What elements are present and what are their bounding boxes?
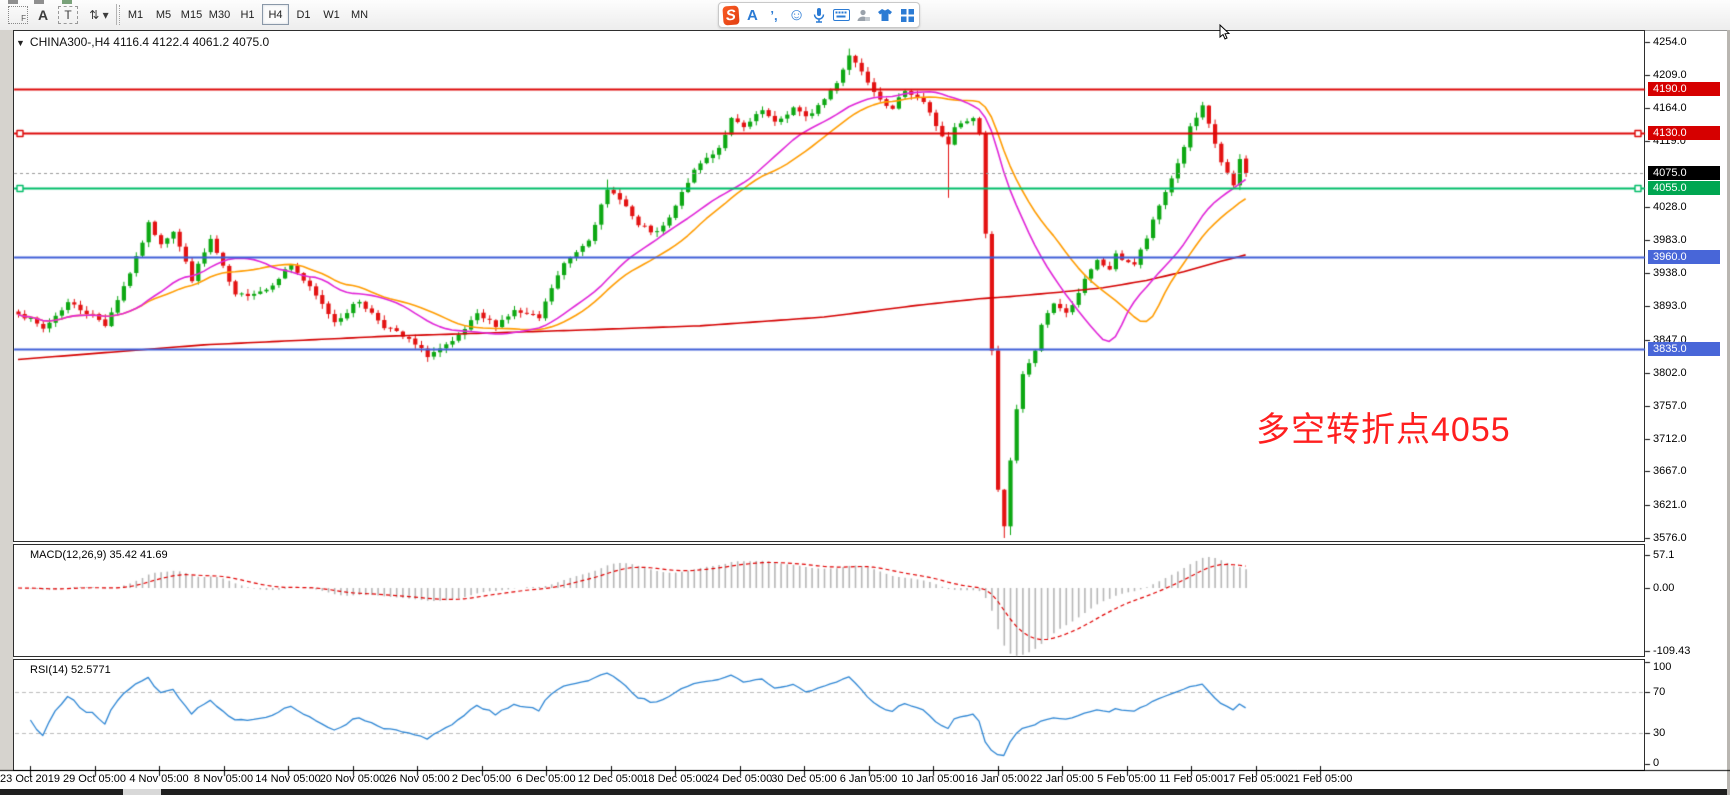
price-badge-4190.0: 4190.0 [1648, 82, 1720, 96]
rsi-axis-label: 70 [1653, 686, 1665, 698]
date-label: 17 Feb 05:00 [1223, 773, 1288, 785]
date-label: 18 Dec 05:00 [642, 773, 707, 785]
date-label: 29 Oct 05:00 [63, 773, 126, 785]
price-badge-4130.0: 4130.0 [1648, 126, 1720, 140]
date-label: 23 Oct 2019 [0, 773, 60, 785]
price-tick-label: 3712.0 [1653, 433, 1687, 445]
rsi-axis-label: 30 [1653, 727, 1665, 739]
price-tick-label: 3621.0 [1653, 499, 1687, 511]
date-label: 11 Feb 05:00 [1159, 773, 1223, 785]
mt4-application-window: { "toolbar": { "left_tools": [ {"name": … [0, 0, 1730, 795]
date-label: 20 Nov 05:00 [320, 773, 385, 785]
price-tick-label: 4209.0 [1653, 69, 1687, 81]
macd-axis-label: 57.1 [1653, 549, 1674, 561]
date-label: 4 Nov 05:00 [129, 773, 188, 785]
price-tick-label: 3938.0 [1653, 267, 1687, 279]
date-label: 5 Feb 05:00 [1097, 773, 1156, 785]
chart-title[interactable]: ▼CHINA300-,H4 4116.4 4122.4 4061.2 4075.… [16, 35, 269, 49]
date-label: 16 Jan 05:00 [966, 773, 1030, 785]
price-tick-label: 3893.0 [1653, 300, 1687, 312]
chart-dropdown-icon[interactable]: ▼ [16, 38, 25, 48]
date-label: 12 Dec 05:00 [578, 773, 643, 785]
rsi-indicator-label: RSI(14) 52.5771 [30, 664, 111, 676]
macd-axis-label: 0.00 [1653, 582, 1674, 594]
date-label: 14 Nov 05:00 [255, 773, 320, 785]
price-badge-3960.0: 3960.0 [1648, 250, 1720, 264]
price-badge-4055.0: 4055.0 [1648, 181, 1720, 195]
macd-indicator-label: MACD(12,26,9) 35.42 41.69 [30, 549, 168, 561]
date-label: 24 Dec 05:00 [707, 773, 772, 785]
price-tick-label: 3667.0 [1653, 465, 1687, 477]
date-label: 6 Jan 05:00 [840, 773, 898, 785]
date-label: 2 Dec 05:00 [452, 773, 511, 785]
date-label: 30 Dec 05:00 [771, 773, 836, 785]
rsi-axis-label: 0 [1653, 757, 1659, 769]
chart-text-annotation[interactable]: 多空转折点4055 [1256, 402, 1511, 451]
macd-axis-label: -109.43 [1653, 645, 1690, 657]
price-tick-label: 3757.0 [1653, 400, 1687, 412]
price-tick-label: 4254.0 [1653, 36, 1687, 48]
date-label: 26 Nov 05:00 [384, 773, 449, 785]
chart-canvas[interactable] [0, 0, 1730, 795]
price-tick-label: 3576.0 [1653, 532, 1687, 544]
price-badge-4075.0: 4075.0 [1648, 166, 1720, 180]
price-tick-label: 4164.0 [1653, 102, 1687, 114]
price-badge-3835.0: 3835.0 [1648, 342, 1720, 356]
rsi-axis-label: 100 [1653, 661, 1671, 673]
mouse-cursor [1219, 24, 1231, 47]
price-tick-label: 3983.0 [1653, 234, 1687, 246]
date-label: 8 Nov 05:00 [194, 773, 253, 785]
date-label: 10 Jan 05:00 [901, 773, 965, 785]
price-tick-label: 4028.0 [1653, 201, 1687, 213]
date-label: 21 Feb 05:00 [1288, 773, 1353, 785]
date-label: 22 Jan 05:00 [1030, 773, 1094, 785]
price-tick-label: 3802.0 [1653, 367, 1687, 379]
date-label: 6 Dec 05:00 [516, 773, 575, 785]
